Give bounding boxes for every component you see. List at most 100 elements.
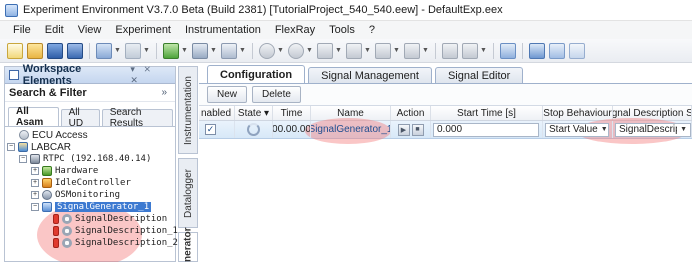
chevron-down-icon[interactable]: ▼ — [143, 43, 150, 59]
tree-item[interactable]: ECU Access — [5, 129, 175, 141]
side-tab-label: Datalogger — [182, 168, 194, 218]
chevron-down-icon[interactable]: ▼ — [335, 43, 342, 59]
expand-icon[interactable]: + — [31, 167, 39, 175]
undo-icon[interactable] — [96, 42, 112, 59]
stop-icon[interactable] — [404, 42, 420, 59]
tab-search-results[interactable]: Search Results — [101, 107, 173, 129]
menu-file[interactable]: File — [6, 24, 38, 36]
menu-edit[interactable]: Edit — [38, 24, 71, 36]
monitor-icon[interactable] — [500, 42, 516, 59]
chevron-down-icon[interactable]: ▼ — [181, 43, 188, 59]
window-alt-icon[interactable] — [221, 42, 237, 59]
table-row[interactable]: ✓ 00.00.00 SignalGenerator_1 ▶ ■ 0.000 S… — [199, 121, 692, 139]
menu-tools[interactable]: Tools — [322, 24, 362, 36]
column-action[interactable]: Action — [391, 106, 431, 120]
play-icon[interactable] — [375, 42, 391, 59]
config-icon[interactable] — [288, 42, 304, 59]
tree-item[interactable]: − LABCAR — [5, 141, 175, 153]
table-header: nabled State ▾ Time Name Action Start Ti… — [199, 106, 692, 121]
menu-help[interactable]: ? — [362, 24, 382, 36]
chevron-down-icon[interactable]: ▼ — [480, 43, 487, 59]
delete-button[interactable]: Delete — [252, 86, 301, 103]
tree-item[interactable]: SignalDescription_1 — [5, 225, 178, 237]
enabled-checkbox[interactable]: ✓ — [205, 124, 216, 135]
tree-item-label: SignalDescription_1 — [75, 226, 178, 236]
column-signal-description-set[interactable]: Signal Description Set — [613, 106, 692, 120]
device-icon[interactable] — [346, 42, 362, 59]
calibrate-icon[interactable] — [462, 42, 478, 59]
chevron-down-icon: ▼ — [680, 126, 687, 133]
menu-view[interactable]: View — [71, 24, 109, 36]
side-tab-instrumentation[interactable]: Instrumentation — [178, 66, 198, 154]
menu-instrumentation[interactable]: Instrumentation — [178, 24, 268, 36]
redo-icon[interactable] — [125, 42, 141, 59]
chevron-down-icon[interactable]: ▼ — [422, 43, 429, 59]
tab-configuration[interactable]: Configuration — [207, 65, 306, 83]
save-all-icon[interactable] — [67, 42, 83, 59]
play-icon[interactable]: ▶ — [397, 123, 410, 136]
measure-icon[interactable] — [259, 42, 275, 59]
tab-signal-editor[interactable]: Signal Editor — [434, 67, 524, 83]
start-time-input[interactable]: 0.000 — [433, 122, 539, 137]
chevron-down-icon: ▼ — [600, 126, 608, 133]
column-enabled[interactable]: nabled — [199, 106, 235, 120]
hardware-icon — [42, 166, 52, 176]
tree-item[interactable]: SignalDescription_2 — [5, 237, 178, 249]
column-time[interactable]: Time — [273, 106, 311, 120]
expand-icon[interactable]: + — [31, 179, 39, 187]
menu-experiment[interactable]: Experiment — [108, 24, 178, 36]
rtpc-icon — [30, 154, 40, 164]
chevron-down-icon[interactable]: ▼ — [277, 43, 284, 59]
tree-item-label: SignalDescription — [75, 214, 168, 224]
workspace-tabs: All Asam All UD Search Results — [5, 106, 175, 129]
signal-description-set-select[interactable]: SignalDescriptionSet_3 ▼ — [615, 122, 691, 137]
side-tab-datalogger[interactable]: Datalogger — [178, 158, 198, 228]
collapse-icon[interactable]: − — [19, 155, 27, 163]
column-state[interactable]: State ▾ — [235, 106, 273, 120]
expand-icon[interactable]: + — [31, 191, 39, 199]
stop-icon[interactable]: ■ — [411, 123, 424, 136]
column-start-time[interactable]: Start Time [s] — [431, 106, 543, 120]
collapse-icon[interactable]: − — [31, 203, 39, 211]
stop-behaviour-select[interactable]: Start Value ▼ — [545, 122, 609, 137]
chevron-down-icon[interactable]: ▼ — [210, 43, 217, 59]
menu-flexray[interactable]: FlexRay — [268, 24, 322, 36]
start-time-cell: 0.000 — [431, 121, 543, 138]
tree-item[interactable]: − RTPC (192.168.40.14) — [5, 153, 175, 165]
chevron-down-icon[interactable]: ▼ — [393, 43, 400, 59]
tree-item[interactable]: SignalDescription — [5, 213, 175, 225]
new-button[interactable]: New — [207, 86, 248, 103]
network-icon[interactable] — [529, 42, 545, 59]
tree-item[interactable]: + OSMonitoring — [5, 189, 175, 201]
column-stop-behaviour[interactable]: Stop Behaviour — [543, 106, 613, 120]
tab-signal-management[interactable]: Signal Management — [308, 67, 432, 83]
workspace-window-controls[interactable]: ▾ ⨯ ✕ — [130, 64, 175, 86]
layout-icon[interactable] — [317, 42, 333, 59]
collapse-icon[interactable]: − — [7, 143, 15, 151]
name-cell[interactable]: SignalGenerator_1 — [311, 121, 391, 138]
chevron-down-icon[interactable]: ▼ — [306, 43, 313, 59]
window-icon[interactable] — [192, 42, 208, 59]
open-icon[interactable] — [27, 42, 43, 59]
side-tab-signal-generator[interactable]: enerator — [178, 227, 198, 262]
tab-all-asam[interactable]: All Asam — [8, 106, 59, 128]
chevron-down-icon[interactable]: ▼ — [364, 43, 371, 59]
tree-item[interactable]: + Hardware — [5, 165, 175, 177]
grid-icon[interactable] — [569, 42, 585, 59]
tree-item-selected[interactable]: − SignalGenerator_1 — [5, 201, 175, 213]
column-name[interactable]: Name — [311, 106, 391, 120]
chevron-double-down-icon[interactable]: » — [161, 87, 167, 98]
tab-all-ud[interactable]: All UD — [60, 107, 100, 129]
toolbar-separator — [435, 42, 436, 59]
tree-item-label: OSMonitoring — [55, 190, 121, 200]
chevron-down-icon[interactable]: ▼ — [239, 43, 246, 59]
new-icon[interactable] — [7, 42, 23, 59]
workspace-header: Workspace Elements ▾ ⨯ ✕ — [5, 63, 175, 87]
table-icon[interactable] — [549, 42, 565, 59]
instrument-icon[interactable] — [163, 42, 179, 59]
tree-item[interactable]: + IdleController — [5, 177, 175, 189]
state-cell — [235, 121, 273, 138]
save-icon[interactable] — [47, 42, 63, 59]
chevron-down-icon[interactable]: ▼ — [114, 43, 121, 59]
flag-icon[interactable] — [442, 42, 458, 59]
